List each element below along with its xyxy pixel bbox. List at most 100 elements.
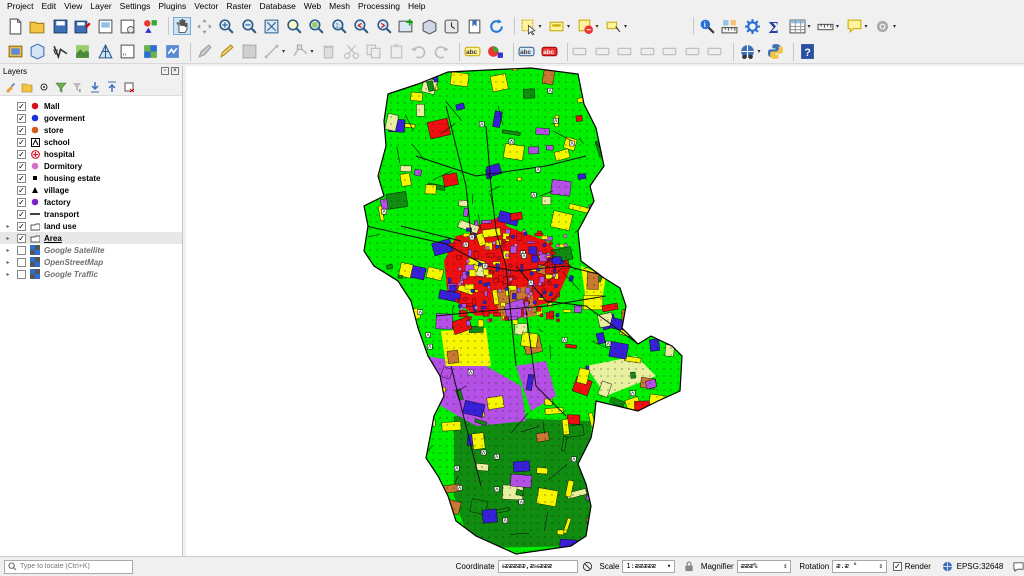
add-delimited-text-icon[interactable]: ,, bbox=[119, 43, 137, 61]
new-project-icon[interactable] bbox=[6, 17, 24, 35]
layer-row[interactable]: ✓ Mall bbox=[0, 100, 182, 112]
layer-visibility-checkbox[interactable] bbox=[17, 257, 26, 267]
style-manager-icon[interactable] bbox=[141, 17, 159, 35]
measure-icon[interactable] bbox=[721, 17, 739, 35]
add-wfs-icon[interactable] bbox=[164, 43, 182, 61]
filter-expression-icon[interactable]: ε bbox=[71, 80, 85, 94]
expand-arrow-icon[interactable]: ▸ bbox=[4, 259, 12, 266]
select-dropdown-icon[interactable]: ▾ bbox=[539, 23, 545, 30]
paste-features-icon[interactable] bbox=[387, 43, 405, 61]
help-contents-icon[interactable]: ? bbox=[798, 43, 816, 61]
deselect-all-icon[interactable] bbox=[576, 17, 594, 35]
label-pin-icon[interactable] bbox=[662, 43, 680, 61]
change-label-icon[interactable] bbox=[617, 43, 635, 61]
layer-row[interactable]: ✓ housing estate bbox=[0, 172, 182, 184]
manage-themes-icon[interactable] bbox=[37, 80, 51, 94]
add-mesh-icon[interactable] bbox=[96, 43, 114, 61]
layer-row[interactable]: ▸ OpenStreetMap bbox=[0, 256, 182, 268]
identify-selected-icon[interactable] bbox=[605, 17, 623, 35]
label-tool-icon[interactable]: abc bbox=[464, 43, 482, 61]
coordinate-field[interactable]: ᵴᴂᴂᴂᴂᴂ,ᴂᵴᵴᴂᴂᴂ bbox=[497, 560, 578, 573]
menu-plugins[interactable]: Plugins bbox=[154, 0, 190, 13]
label-move-icon[interactable] bbox=[684, 43, 702, 61]
expand-all-icon[interactable] bbox=[88, 80, 102, 94]
pan-to-selection-icon[interactable] bbox=[195, 17, 213, 35]
collapse-all-icon[interactable] bbox=[105, 80, 119, 94]
zoom-next-icon[interactable] bbox=[375, 17, 393, 35]
zoom-out-icon[interactable] bbox=[240, 17, 258, 35]
gear-dropdown-icon[interactable]: ▾ bbox=[893, 23, 899, 30]
render-checkbox[interactable]: ✓ bbox=[892, 562, 902, 571]
layout-manager-icon[interactable] bbox=[119, 17, 137, 35]
style-brush-icon[interactable] bbox=[3, 80, 17, 94]
python-console-icon[interactable] bbox=[767, 43, 785, 61]
deselect-dropdown-icon[interactable]: ▾ bbox=[596, 23, 602, 30]
layer-row[interactable]: ✓ Dormitory bbox=[0, 160, 182, 172]
menu-edit[interactable]: Edit bbox=[37, 0, 60, 13]
layer-visibility-checkbox[interactable]: ✓ bbox=[17, 113, 26, 123]
menu-layer[interactable]: Layer bbox=[86, 0, 115, 13]
layer-row[interactable]: ▸ ✓ Area bbox=[0, 232, 182, 244]
layer-visibility-checkbox[interactable]: ✓ bbox=[17, 125, 26, 135]
label-prop-icon[interactable] bbox=[639, 43, 657, 61]
move-label-icon[interactable] bbox=[572, 43, 590, 61]
menu-help[interactable]: Help bbox=[404, 0, 429, 13]
cut-features-icon[interactable] bbox=[342, 43, 360, 61]
label-rotate-icon[interactable] bbox=[707, 43, 725, 61]
identify-dropdown-icon[interactable]: ▾ bbox=[624, 23, 630, 30]
messages-icon[interactable] bbox=[1012, 561, 1024, 573]
menu-mesh[interactable]: Mesh bbox=[325, 0, 354, 13]
filter-legend-icon[interactable] bbox=[54, 80, 68, 94]
delete-selected-icon[interactable] bbox=[320, 43, 338, 61]
add-raster-icon[interactable] bbox=[74, 43, 92, 61]
qms-globe-icon[interactable] bbox=[738, 43, 756, 61]
layer-row[interactable]: ▸ Google Satellite bbox=[0, 244, 182, 256]
add-vector-icon[interactable]: V bbox=[51, 43, 69, 61]
add-group-icon[interactable] bbox=[20, 80, 34, 94]
attribute-table-icon[interactable] bbox=[788, 17, 806, 35]
undo-icon[interactable] bbox=[410, 43, 428, 61]
data-source-manager-icon[interactable] bbox=[6, 43, 24, 61]
layer-row[interactable]: ✓ factory bbox=[0, 196, 182, 208]
layer-row[interactable]: ✓ transport bbox=[0, 208, 182, 220]
new-geopackage-icon[interactable] bbox=[29, 43, 47, 61]
expand-arrow-icon[interactable]: ▸ bbox=[4, 247, 12, 254]
expand-arrow-icon[interactable]: ▸ bbox=[4, 271, 12, 278]
show-bookmarks-icon[interactable] bbox=[465, 17, 483, 35]
menu-project[interactable]: Project bbox=[3, 0, 37, 13]
map-canvas[interactable] bbox=[186, 66, 1024, 556]
expand-arrow-icon[interactable]: ▸ bbox=[4, 235, 12, 242]
layer-visibility-checkbox[interactable]: ✓ bbox=[17, 233, 26, 243]
expression-dropdown-icon[interactable]: ▾ bbox=[567, 23, 573, 30]
toggle-editing-icon[interactable] bbox=[218, 43, 236, 61]
zoom-last-icon[interactable] bbox=[353, 17, 371, 35]
zoom-layer-icon[interactable] bbox=[308, 17, 326, 35]
layer-visibility-checkbox[interactable]: ✓ bbox=[17, 221, 26, 231]
menu-vector[interactable]: Vector bbox=[190, 0, 222, 13]
map-tips-icon[interactable] bbox=[845, 17, 863, 35]
menu-raster[interactable]: Raster bbox=[222, 0, 255, 13]
redo-icon[interactable] bbox=[432, 43, 450, 61]
crs-label[interactable]: EPSG:32648 bbox=[957, 562, 1004, 571]
new-3d-view-icon[interactable] bbox=[420, 17, 438, 35]
menu-database[interactable]: Database bbox=[255, 0, 299, 13]
measure-dropdown-icon[interactable]: ▾ bbox=[836, 23, 842, 30]
diagram-tool-icon[interactable] bbox=[486, 43, 504, 61]
layer-visibility-checkbox[interactable]: ✓ bbox=[17, 173, 26, 183]
layer-visibility-checkbox[interactable]: ✓ bbox=[17, 209, 26, 219]
lock-scale-icon[interactable] bbox=[683, 561, 695, 573]
rotation-spinbox[interactable]: ᴂ.ᴂ ° ⇕ bbox=[832, 560, 887, 573]
refresh-icon[interactable] bbox=[488, 17, 506, 35]
layer-row[interactable]: ✓ store bbox=[0, 124, 182, 136]
temporal-controller-icon[interactable] bbox=[443, 17, 461, 35]
layer-visibility-checkbox[interactable] bbox=[17, 269, 26, 279]
magnifier-spinbox[interactable]: ᴂᴂᴂ% ⇕ bbox=[736, 560, 792, 573]
pan-map-icon[interactable] bbox=[172, 17, 191, 35]
save-project-icon[interactable] bbox=[51, 17, 69, 35]
menu-processing[interactable]: Processing bbox=[354, 0, 404, 13]
layer-row[interactable]: ▸ ✓ land use bbox=[0, 220, 182, 232]
menu-view[interactable]: View bbox=[60, 0, 86, 13]
copy-features-icon[interactable] bbox=[365, 43, 383, 61]
float-panel-icon[interactable]: ▫ bbox=[161, 67, 169, 75]
select-features-icon[interactable] bbox=[519, 17, 537, 35]
